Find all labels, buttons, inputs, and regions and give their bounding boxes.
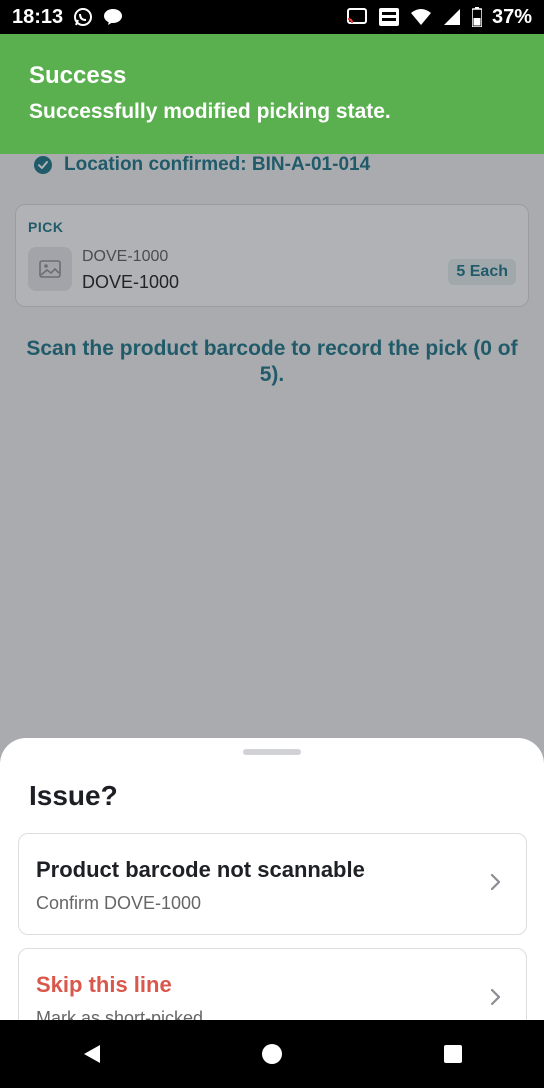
home-icon[interactable] xyxy=(252,1034,292,1074)
toast-title: Success xyxy=(29,62,127,89)
wifi-icon xyxy=(410,8,432,26)
vowifi-icon xyxy=(378,7,400,27)
system-nav-bar xyxy=(0,1020,544,1088)
success-toast[interactable]: Success Successfully modified picking st… xyxy=(0,34,544,154)
signal-icon xyxy=(442,7,462,27)
sheet-drag-handle[interactable] xyxy=(243,749,301,755)
back-icon[interactable] xyxy=(71,1034,111,1074)
status-bar: 18:13 37% xyxy=(0,0,544,34)
option-barcode-not-scannable[interactable]: Product barcode not scannable Confirm DO… xyxy=(18,833,527,935)
cast-icon xyxy=(346,8,368,26)
whatsapp-icon xyxy=(73,7,93,27)
recents-icon[interactable] xyxy=(433,1034,473,1074)
toast-message: Successfully modified picking state. xyxy=(29,100,391,123)
issue-bottom-sheet: Issue? Product barcode not scannable Con… xyxy=(0,738,544,1020)
chevron-right-icon xyxy=(488,987,502,1007)
status-time: 18:13 xyxy=(12,5,64,28)
battery-icon xyxy=(471,7,482,27)
option-title: Product barcode not scannable xyxy=(36,857,365,882)
option-subtitle: Confirm DOVE-1000 xyxy=(36,893,202,913)
chat-icon xyxy=(103,8,123,26)
option-skip-line[interactable]: Skip this line Mark as short-picked xyxy=(18,948,527,1020)
sheet-title: Issue? xyxy=(29,780,118,811)
option-title: Skip this line xyxy=(36,972,172,997)
chevron-right-icon xyxy=(488,872,502,892)
battery-percent: 37% xyxy=(491,5,532,28)
option-subtitle: Mark as short-picked xyxy=(36,1008,204,1020)
